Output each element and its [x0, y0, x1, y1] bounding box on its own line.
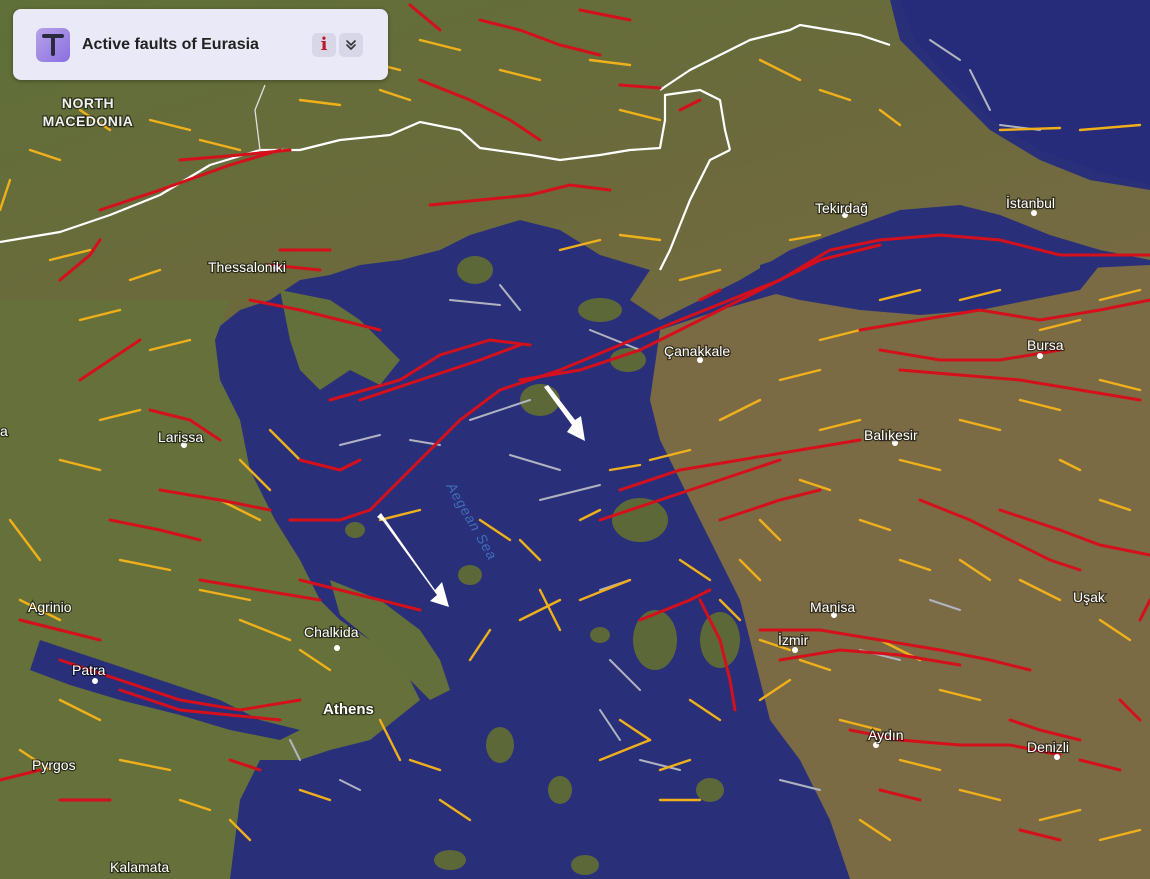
label-patra: Patra [72, 662, 106, 678]
chevron-double-down-glyph [346, 39, 356, 50]
label-canakkale: Çanakkale [664, 343, 730, 359]
label-thessaloniki: Thessaloniki [208, 259, 286, 275]
label-chalkida: Chalkida [304, 624, 359, 640]
label-larissa: Larissa [158, 429, 203, 445]
label-north-macedonia-2: MACEDONIA [43, 113, 134, 129]
label-balikesir: Balıkesir [864, 427, 918, 443]
label-pyrgos: Pyrgos [32, 757, 76, 773]
label-athens: Athens [323, 701, 374, 718]
label-manisa: Manisa [810, 599, 855, 615]
label-bursa: Bursa [1027, 337, 1064, 353]
label-istanbul: İstanbul [1006, 194, 1055, 211]
label-edge-a: a [0, 423, 8, 439]
map-canvas[interactable]: NORTH MACEDONIA Thessaloniki Larissa Agr… [0, 0, 1150, 879]
info-icon[interactable]: i [312, 32, 336, 57]
chevron-double-down-icon[interactable] [339, 32, 363, 57]
label-north-macedonia-1: NORTH [62, 95, 114, 111]
label-izmir: İzmir [778, 631, 809, 648]
layer-info-panel: Active faults of Eurasia i [13, 9, 388, 80]
label-agrinio: Agrinio [28, 599, 72, 615]
label-tekirdag: Tekirdağ [815, 200, 868, 216]
label-kalamata: Kalamata [110, 859, 169, 875]
app-logo-icon [36, 27, 70, 62]
label-usak: Uşak [1073, 589, 1106, 605]
label-aydin: Aydın [868, 727, 904, 743]
label-denizli: Denizli [1027, 739, 1069, 755]
layer-title: Active faults of Eurasia [82, 35, 259, 53]
